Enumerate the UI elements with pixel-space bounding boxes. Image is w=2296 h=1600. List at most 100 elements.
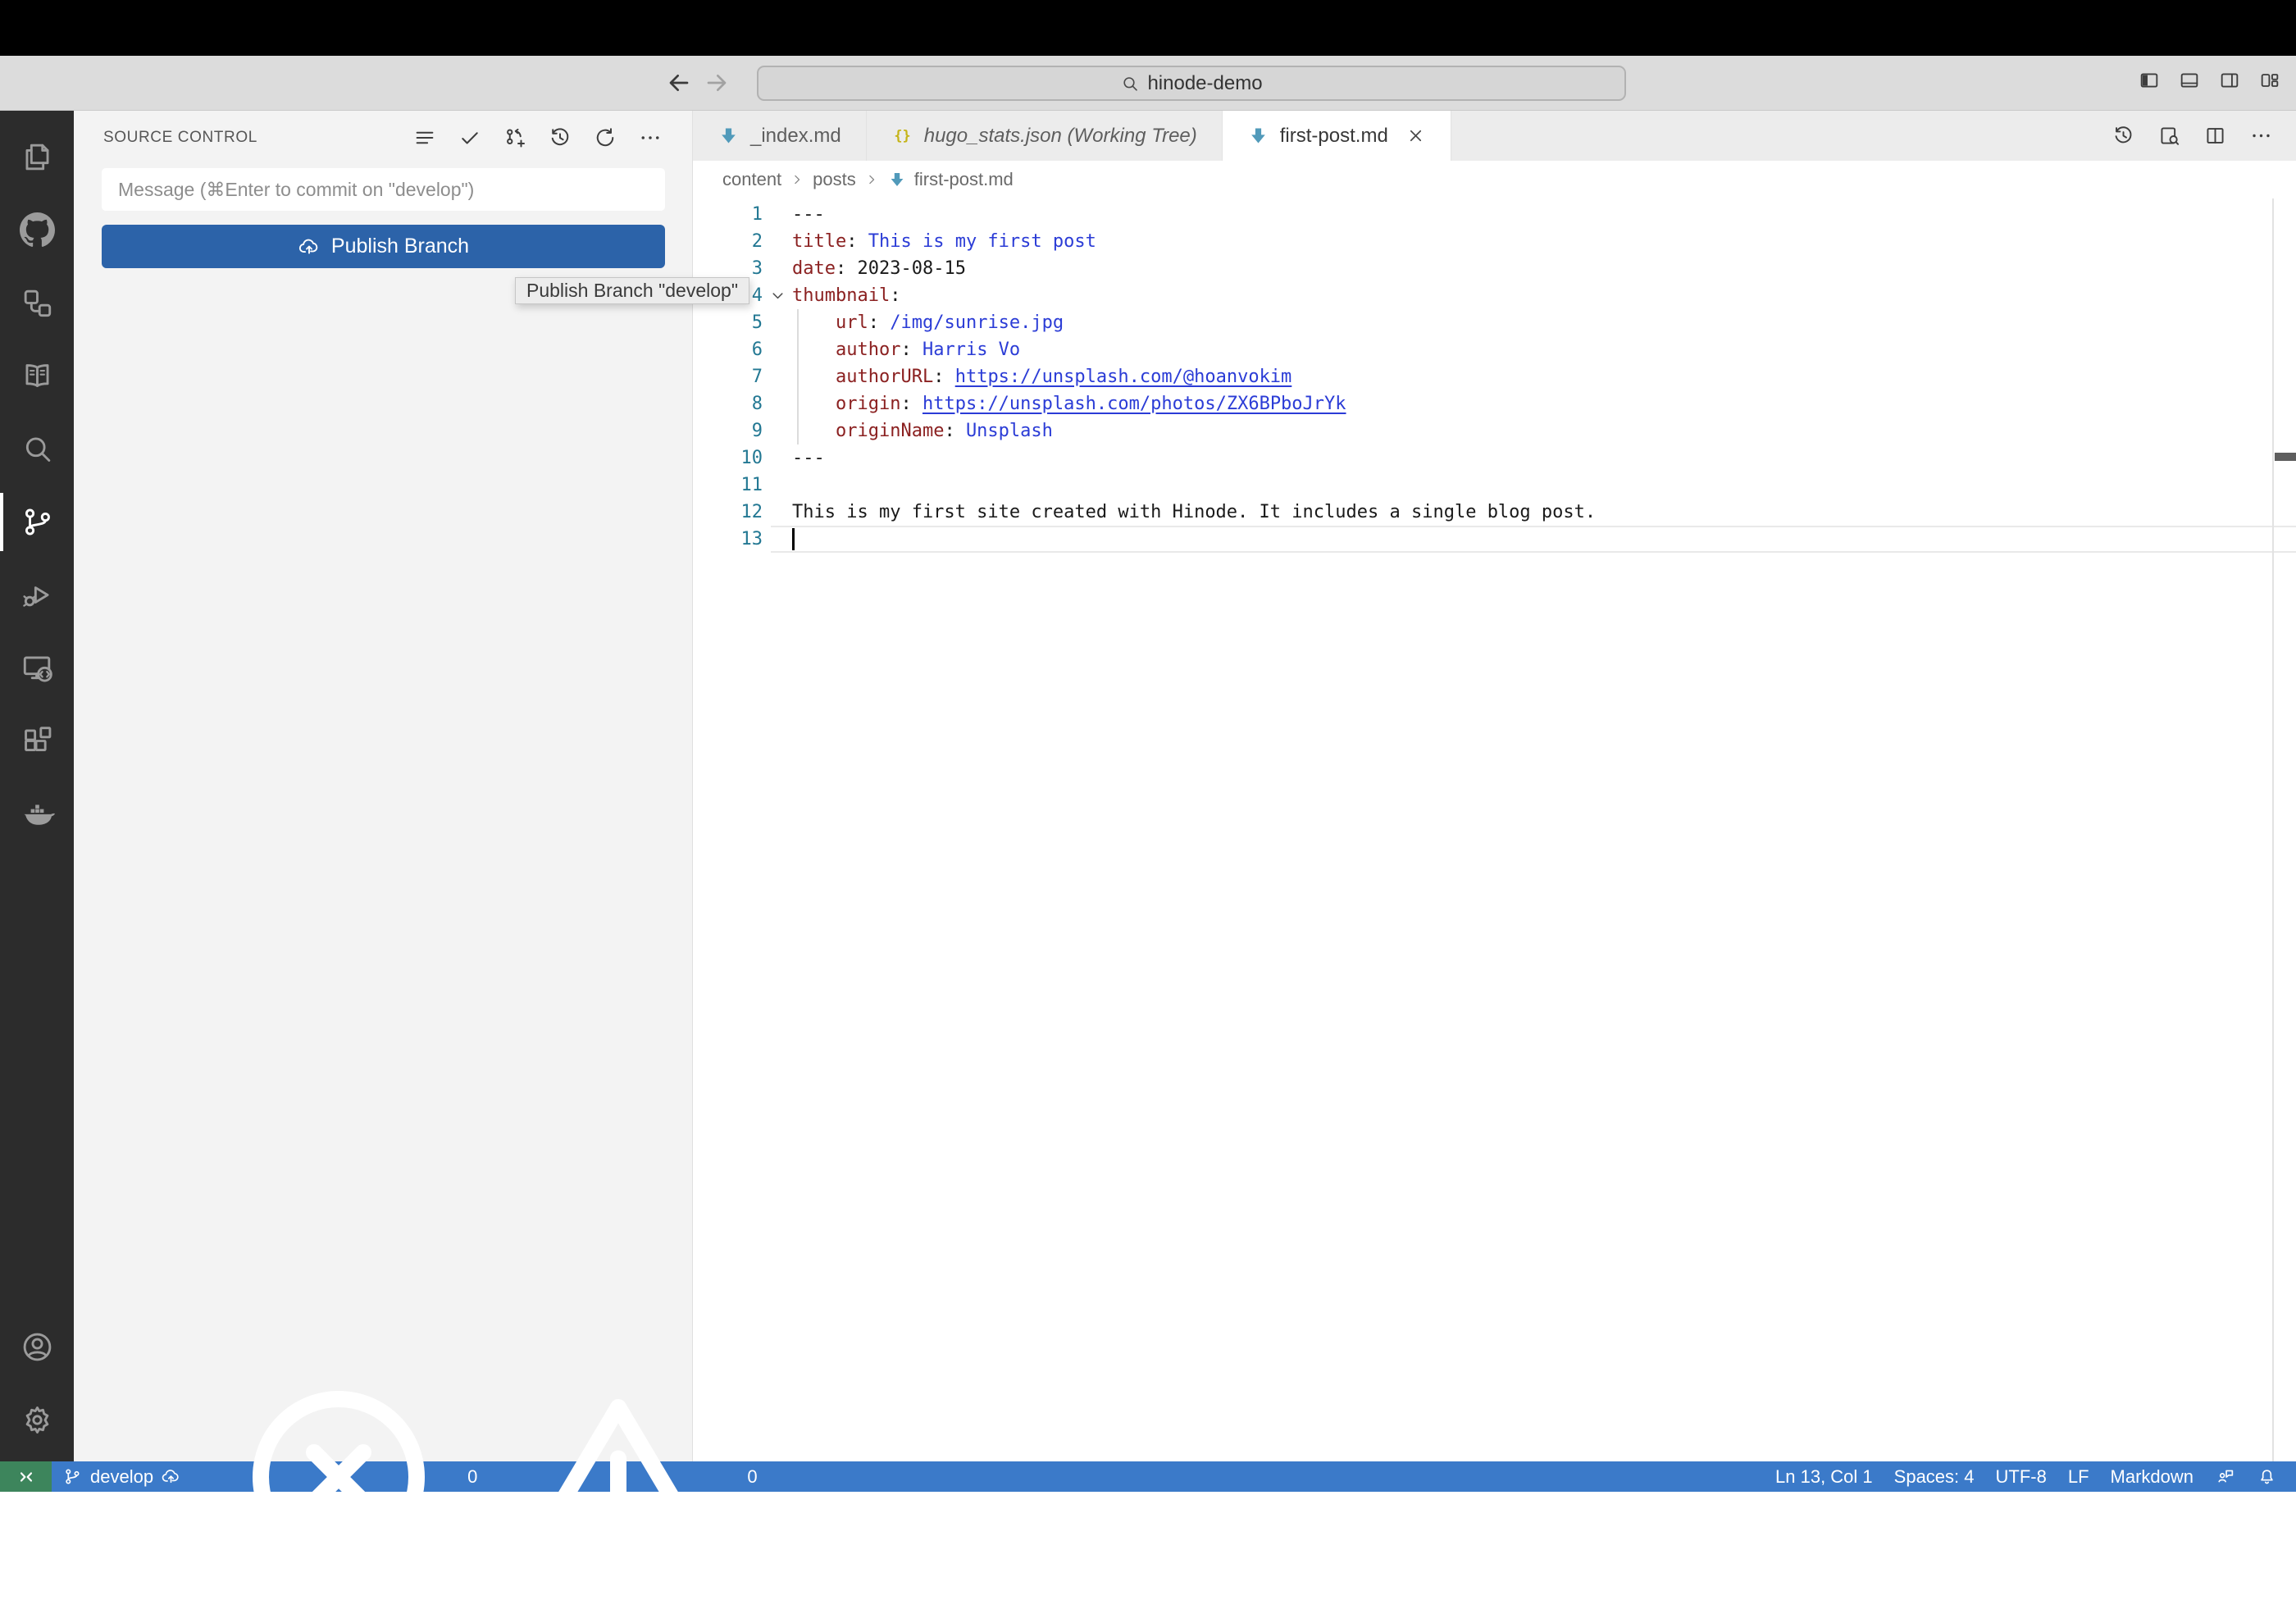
more-actions-button[interactable]: [638, 125, 663, 150]
activity-item-extensions[interactable]: [0, 704, 74, 777]
code-segment: url: [835, 312, 868, 333]
status-language-mode[interactable]: Markdown: [2100, 1461, 2204, 1492]
code-segment: :: [933, 367, 955, 387]
line-number: 6: [751, 340, 763, 360]
line-text: This is my first site created with Hinod…: [792, 502, 1596, 522]
status-notifications[interactable]: [2246, 1461, 2288, 1492]
activity-bar-bottom: [0, 1311, 74, 1461]
chevron-right-icon: [789, 171, 805, 188]
forward-button[interactable]: [704, 70, 730, 96]
line-text: ---: [792, 448, 825, 468]
customize-layout-button[interactable]: [2258, 69, 2281, 92]
status-feedback[interactable]: [2204, 1461, 2246, 1492]
line-text: thumbnail:: [792, 285, 900, 306]
toggle-panel-button[interactable]: [2178, 69, 2201, 92]
toggle-secondary-sidebar-button[interactable]: [2218, 69, 2241, 92]
line-number: 7: [751, 367, 763, 387]
tabs: _index.md {} hugo_stats.json (Working Tree…: [693, 111, 1451, 161]
activity-item-settings[interactable]: [0, 1383, 74, 1456]
remote-indicator[interactable]: [0, 1461, 52, 1492]
commit-message-input[interactable]: [102, 168, 665, 211]
activity-item-source-control[interactable]: [0, 485, 74, 558]
timeline-button[interactable]: [2112, 124, 2135, 148]
toggle-primary-sidebar-button[interactable]: [2138, 69, 2161, 92]
account-icon: [20, 1329, 55, 1365]
code-link[interactable]: https://unsplash.com/photos/ZX6BPboJrYk: [922, 394, 1346, 414]
scrollbar-ruler: [2272, 198, 2274, 1461]
search-icon: [1120, 74, 1140, 93]
activity-item-explorer[interactable]: [0, 121, 74, 194]
tab-label: hugo_stats.json (Working Tree): [923, 124, 1197, 147]
activity-item-search[interactable]: [0, 413, 74, 485]
activity-item-run-debug[interactable]: [0, 558, 74, 631]
activity-item-account[interactable]: [0, 1311, 74, 1383]
open-preview-button[interactable]: [2157, 124, 2181, 148]
activity-item-docs-book[interactable]: [0, 340, 74, 413]
files-icon: [20, 139, 55, 175]
breadcrumb-item-first-post-md[interactable]: first-post.md: [914, 169, 1014, 190]
status-encoding[interactable]: UTF-8: [1985, 1461, 2057, 1492]
line-number: 9: [751, 421, 763, 441]
warning-count: 0: [747, 1466, 758, 1487]
refresh-button[interactable]: [593, 125, 617, 150]
sidebar-header: SOURCE CONTROL: [74, 111, 692, 165]
references-icon: [20, 285, 55, 321]
tab-hugo-stats-json-working-tree-[interactable]: {} hugo_stats.json (Working Tree): [867, 111, 1223, 161]
status-bar-right: Ln 13, Col 1 Spaces: 4 UTF-8 LF Markdown: [1765, 1461, 2296, 1492]
status-eol-label: LF: [2067, 1466, 2089, 1487]
activity-bar-top: [0, 121, 74, 850]
fold-chevron[interactable]: [763, 286, 792, 305]
activity-item-docker[interactable]: [0, 777, 74, 850]
code-line-4: 4 thumbnail:: [693, 282, 2296, 309]
indent-guide: [797, 309, 799, 336]
code-segment: :: [944, 421, 966, 441]
code-lines: 1 --- 2 title: This is my first post 3 date: …: [693, 201, 2296, 553]
activity-item-remote-explorer[interactable]: [0, 631, 74, 704]
code-line-3: 3 date: 2023-08-15: [693, 255, 2296, 282]
breadcrumb-item-posts[interactable]: posts: [813, 169, 856, 190]
activity-item-github[interactable]: [0, 194, 74, 267]
more-actions-button[interactable]: [2249, 124, 2273, 148]
branch-status-item[interactable]: develop: [52, 1461, 192, 1492]
status-eol[interactable]: LF: [2057, 1461, 2100, 1492]
command-center-search[interactable]: hinode-demo: [757, 66, 1626, 101]
line-text: originName: Unsplash: [792, 421, 1053, 441]
breadcrumb-item-content[interactable]: content: [722, 169, 781, 190]
tab--index-md[interactable]: _index.md: [693, 111, 867, 161]
create-branch-button[interactable]: [503, 125, 527, 150]
line-text: author: Harris Vo: [792, 340, 1020, 360]
code-segment: :: [846, 231, 868, 252]
code-segment: Unsplash: [965, 421, 1053, 441]
tab-first-post-md[interactable]: first-post.md: [1222, 111, 1451, 161]
code-segment: origin: [835, 394, 901, 414]
status-indentation[interactable]: Spaces: 4: [1884, 1461, 1985, 1492]
code-segment: 2023-08-15: [857, 258, 966, 279]
code-line-13: 13: [693, 526, 2296, 553]
view-as-list-button[interactable]: [412, 125, 437, 150]
code-line-10: 10 ---: [693, 444, 2296, 472]
remote-explorer-icon: [20, 650, 55, 686]
workbench: SOURCE CONTROL Publish Branch _index.md {…: [0, 111, 2296, 1461]
activity-item-references[interactable]: [0, 267, 74, 340]
status-indentation-label: Spaces: 4: [1893, 1466, 1975, 1487]
history-button[interactable]: [548, 125, 572, 150]
line-text: [792, 528, 795, 550]
code-editor[interactable]: 1 --- 2 title: This is my first post 3 date: …: [693, 198, 2296, 1461]
code-line-5: 5 url: /img/sunrise.jpg: [693, 309, 2296, 336]
feedback-icon: [2215, 1466, 2235, 1487]
status-cursor-position[interactable]: Ln 13, Col 1: [1765, 1461, 1884, 1492]
close-icon[interactable]: [1405, 125, 1426, 146]
docker-icon: [20, 796, 55, 832]
commit-button[interactable]: [458, 125, 482, 150]
problems-status-item[interactable]: 0 0: [205, 1390, 768, 1563]
line-number: 10: [740, 448, 763, 468]
publish-branch-button[interactable]: Publish Branch: [102, 225, 665, 268]
code-link[interactable]: https://unsplash.com/@hoanvokim: [955, 367, 1292, 387]
activity-bar: [0, 111, 74, 1461]
branch-name: develop: [90, 1466, 154, 1487]
back-button[interactable]: [666, 70, 692, 96]
code-segment: title: [792, 231, 847, 252]
tab-bar: _index.md {} hugo_stats.json (Working Tree…: [693, 111, 2296, 161]
publish-branch-tooltip: Publish Branch "develop": [515, 277, 749, 304]
split-editor-button[interactable]: [2203, 124, 2227, 148]
